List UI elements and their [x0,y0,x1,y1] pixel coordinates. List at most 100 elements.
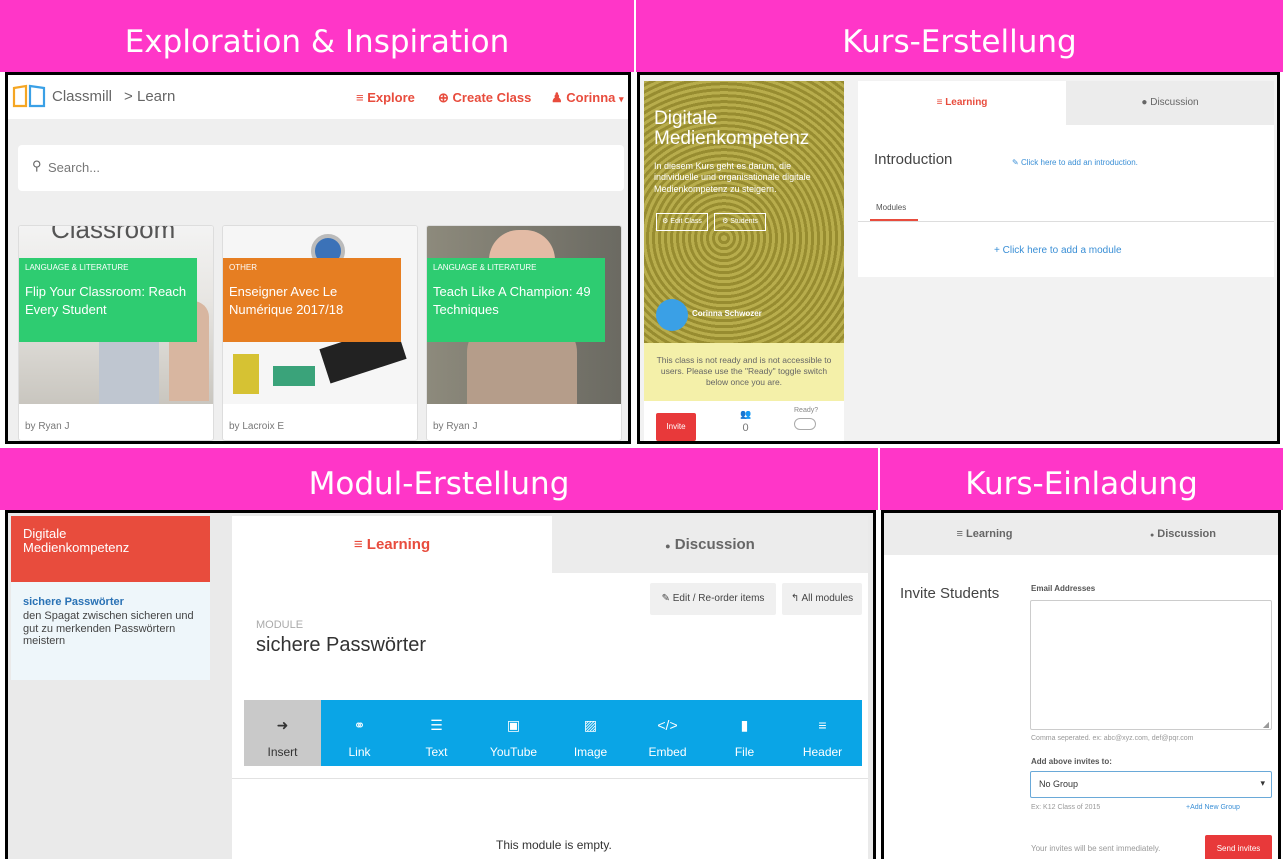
panel-module-creation: Modul-Erstellung Digitale Medienkompeten… [0,448,878,859]
card-author[interactable]: by Lacroix E [229,421,284,432]
card-title[interactable]: Teach Like A Champion: 49 Techniques [427,277,605,318]
resize-handle-icon[interactable]: ◢ [1263,720,1269,729]
ready-toggle[interactable] [794,418,816,430]
menu-icon: ≡ [353,536,363,553]
tab-learning-label: Learning [945,97,988,108]
all-modules-button[interactable]: ↰ All modules [782,583,862,615]
nav-explore[interactable]: ≡ Explore [356,90,415,105]
menu-icon: ≡ [356,90,364,105]
module-sidebar-header[interactable]: Digitale Medienkompetenz [11,516,210,582]
tab-discussion[interactable]: ● Discussion [1066,81,1274,125]
module-sidebar-item[interactable]: sichere Passwörter den Spagat zwischen s… [11,582,210,680]
tab-learning-label: Learning [366,536,431,553]
sidebar-course-title: Digitale Medienkompetenz [23,526,130,556]
panel-title: Kurs-Einladung [880,448,1283,510]
embed-tool[interactable]: </> Embed [629,700,706,766]
card-ribbon: LANGUAGE & LITERATURE Flip Your Classroo… [19,258,197,342]
breadcrumb-separator: > [124,88,133,105]
edit-reorder-button[interactable]: ✎ Edit / Re-order items [650,583,776,615]
email-textarea[interactable]: ◢ [1030,600,1272,730]
card-author[interactable]: by Ryan J [25,421,69,432]
add-module-label: Click here to add a module [1002,245,1122,256]
add-intro-link[interactable]: ✎ Click here to add an introduction. [1012,158,1138,167]
card-category: LANGUAGE & LITERATURE [433,263,537,272]
search-input[interactable]: Search... [48,160,100,175]
search-bar[interactable]: ⚲ Search... [18,145,624,191]
ready-toggle-group: Ready? [794,407,818,430]
tab-discussion[interactable]: ● Discussion [552,516,868,573]
youtube-icon: ▣ [506,717,521,733]
tab-learning[interactable]: ≡ Learning [884,513,1085,555]
classmill-explore-screen: Classmill > Learn ≡ Explore ⊕ Create Cla… [5,72,631,444]
panel-course-invite: Kurs-Einladung ≡ Learning ● Discussion I… [880,448,1283,859]
nav-user-menu[interactable]: ♟ Corinna ▾ [551,90,624,106]
tool-label: Link [348,745,371,759]
students-button[interactable]: ⚙ Students [714,213,766,231]
tab-learning[interactable]: ≡ Learning [858,81,1066,125]
text-tool[interactable]: ☰ Text [398,700,475,766]
card-title[interactable]: Enseigner Avec Le Numérique 2017/18 [223,277,401,318]
author-name[interactable]: Corinna Schwozer [692,309,762,318]
menu-icon: ≡ [936,97,943,108]
card-title[interactable]: Flip Your Classroom: Reach Every Student [19,277,197,318]
tab-learning[interactable]: ≡ Learning [232,516,552,573]
file-icon: ▮ [740,717,749,733]
panel-course-creation: Kurs-Erstellung Digitale Medienkompetenz… [636,0,1283,446]
tool-label: YouTube [489,745,538,759]
code-icon: </> [657,717,678,733]
users-icon: 👥 [740,409,752,419]
module-overline: MODULE [256,619,304,631]
intro-title: Introduction [874,151,953,168]
send-note: Your invites will be sent immediately. [1031,844,1161,853]
students-count: 👥 0 [740,409,751,434]
add-group-link[interactable]: +Add New Group [1186,804,1240,811]
tool-label: File [734,745,755,759]
card-category: LANGUAGE & LITERATURE [25,263,129,272]
course-content: ≡ Learning ● Discussion Introduction ✎ C… [858,81,1274,277]
books-shape [273,366,315,386]
chat-icon: ● [1141,97,1148,108]
add-module-link[interactable]: + Click here to add a module [994,245,1122,256]
tool-label: Insert [267,745,298,759]
course-card[interactable]: LANGUAGE & LITERATURE Teach Like A Champ… [426,225,622,441]
course-creation-screen: Digitale Medienkompetenz In diesem Kurs … [637,72,1280,444]
tab-learning-label: Learning [966,528,1013,540]
image-tool[interactable]: ▨ Image [552,700,629,766]
logo-text[interactable]: Classmill [52,88,112,105]
invite-heading: Invite Students [900,585,1000,602]
course-cover: Digitale Medienkompetenz In diesem Kurs … [644,81,844,441]
image-icon: ▨ [583,717,598,733]
link-tool[interactable]: ⚭ Link [321,700,398,766]
course-title: Digitale Medienkompetenz [654,108,810,149]
insert-tool[interactable]: ➜ Insert [244,700,321,766]
search-icon: ⚲ [32,158,42,173]
module-screen: Digitale Medienkompetenz sichere Passwör… [5,510,876,859]
classmill-logo-icon[interactable] [12,84,46,108]
caret-down-icon: ▾ [619,94,624,104]
group-select[interactable]: No Group ▾ [1030,771,1272,798]
course-card[interactable]: OTHER Enseigner Avec Le Numérique 2017/1… [222,225,418,441]
card-ribbon: LANGUAGE & LITERATURE Teach Like A Champ… [427,258,605,342]
header-tool[interactable]: ≡ Header [783,700,862,766]
email-hint: Comma seperated. ex: abc@xyz.com, def@pq… [1031,735,1194,742]
youtube-tool[interactable]: ▣ YouTube [475,700,552,766]
course-card[interactable]: Classroom LANGUAGE & LITERATURE Flip You… [18,225,214,441]
toolbar-divider [232,778,868,779]
gear-icon: ⚙ [662,218,669,225]
header-icon: ≡ [818,717,827,733]
chat-icon: ● [1150,532,1155,539]
invite-screen: ≡ Learning ● Discussion Invite Students … [881,510,1281,859]
tab-modules[interactable]: Modules [876,203,906,212]
invite-button[interactable]: Invite [656,413,696,441]
author-avatar[interactable] [656,299,688,331]
tool-label: Image [573,745,608,759]
plus-icon: + [994,245,1000,256]
tab-discussion[interactable]: ● Discussion [1085,513,1278,555]
breadcrumb-learn[interactable]: Learn [137,88,175,105]
arrow-right-icon: ➜ [276,717,289,733]
send-invites-button[interactable]: Send invites [1205,835,1272,859]
nav-create-class[interactable]: ⊕ Create Class [438,90,531,106]
edit-class-button[interactable]: ⚙ Edit Class [656,213,708,231]
card-author[interactable]: by Ryan J [433,421,477,432]
file-tool[interactable]: ▮ File [706,700,783,766]
